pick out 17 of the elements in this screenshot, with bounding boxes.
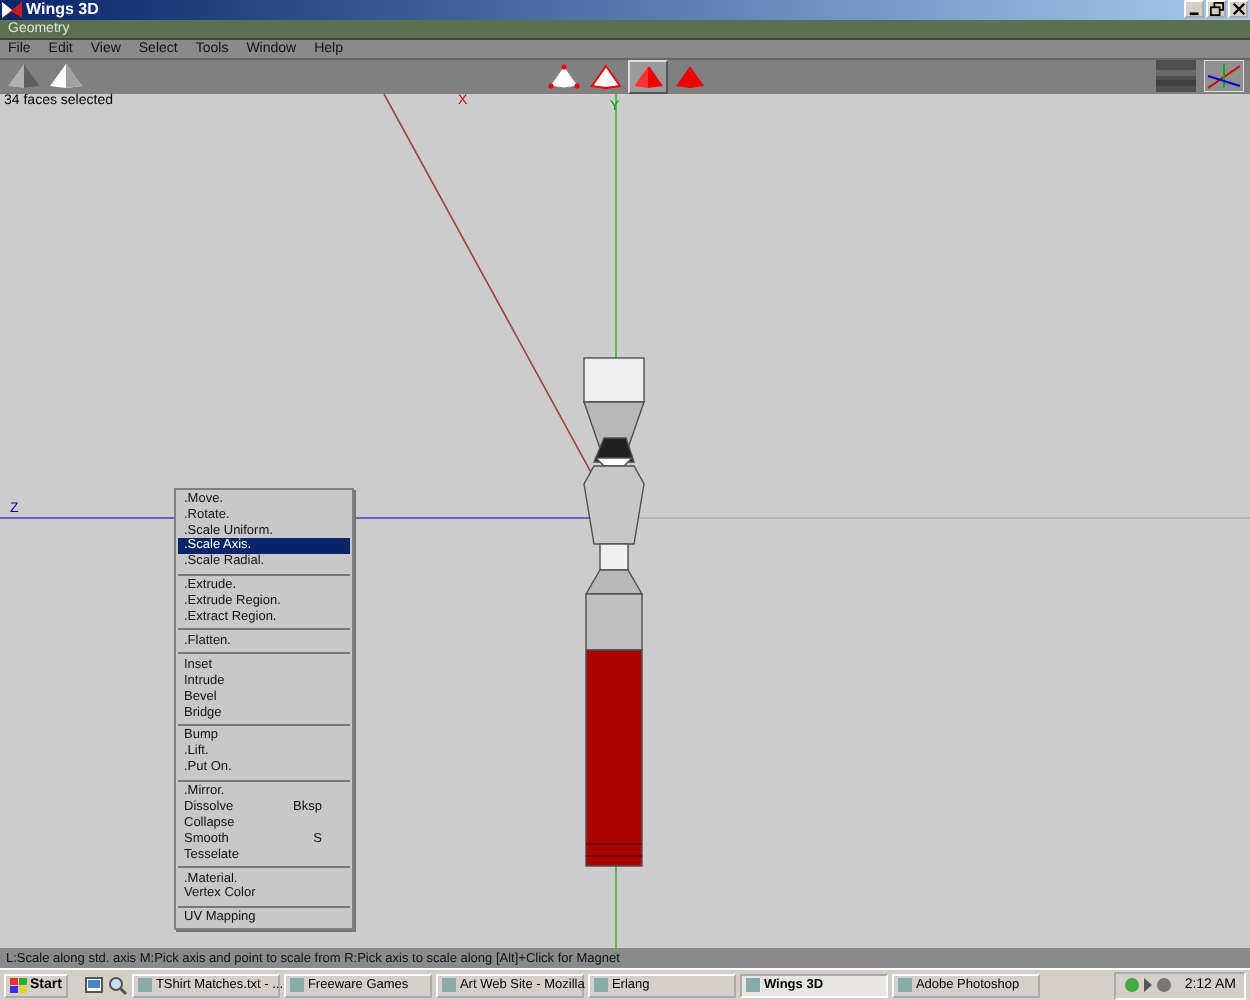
pyramid-icon[interactable]	[48, 62, 84, 91]
desktop-icon[interactable]	[83, 975, 104, 996]
wings-icon	[2, 1, 22, 18]
window-title: Wings 3D	[26, 0, 101, 19]
minimize-button[interactable]	[1184, 0, 1204, 19]
restore-button[interactable]	[1206, 0, 1226, 19]
axes-view-icon[interactable]	[1204, 60, 1244, 93]
selection-mode-button[interactable]	[628, 59, 668, 94]
selection-mode-button[interactable]	[544, 59, 584, 94]
close-button[interactable]	[1228, 0, 1248, 19]
close-icon	[1231, 2, 1245, 17]
magnifier-icon[interactable]	[107, 975, 128, 996]
pyramid-icon	[632, 63, 664, 90]
selection-mode-button[interactable]	[586, 59, 626, 94]
smooth-pyramid-icon[interactable]	[6, 62, 42, 91]
windows-flag-icon	[10, 977, 28, 994]
restore-icon	[1209, 2, 1223, 17]
